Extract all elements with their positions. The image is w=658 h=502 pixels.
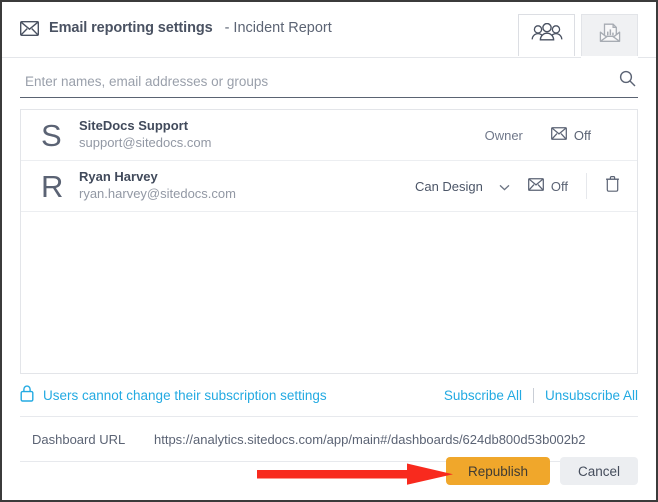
remove-recipient-button[interactable]	[601, 175, 623, 197]
subscription-note-text: Users cannot change their subscription s…	[43, 387, 327, 403]
search-underline	[20, 97, 638, 98]
subscription-lock-note[interactable]: Users cannot change their subscription s…	[20, 385, 327, 405]
page-subtitle: - Incident Report	[224, 20, 332, 36]
trash-icon	[605, 175, 620, 197]
recipient-search-row	[20, 58, 638, 98]
subscribe-all-link[interactable]: Subscribe All	[444, 388, 522, 403]
email-reporting-settings-dialog: Email reporting settings - Incident Repo…	[0, 0, 658, 502]
recipient-role-owner: Owner	[484, 127, 523, 143]
recipient-list: S SiteDocs Support support@sitedocs.com …	[20, 109, 638, 374]
recipient-email: support@sitedocs.com	[79, 134, 212, 150]
row-divider	[586, 173, 587, 199]
envelope-icon	[527, 178, 544, 194]
subscription-settings-bar: Users cannot change their subscription s…	[20, 374, 638, 417]
recipient-name: Ryan Harvey	[79, 169, 158, 185]
recipient-name: SiteDocs Support	[79, 118, 189, 134]
subscription-state: Off	[573, 127, 591, 143]
chevron-down-icon	[499, 179, 510, 194]
search-icon[interactable]	[619, 70, 636, 92]
tab-recipients[interactable]	[518, 14, 575, 56]
republish-button[interactable]: Republish	[446, 457, 550, 485]
action-separator	[532, 387, 534, 403]
tab-report[interactable]	[581, 14, 638, 56]
envelope-icon	[550, 127, 567, 143]
subscription-toggle[interactable]: Off	[550, 127, 591, 143]
avatar: R	[41, 168, 64, 204]
recipient-role-value: Can Design	[414, 178, 483, 194]
table-row: S SiteDocs Support support@sitedocs.com …	[21, 110, 637, 161]
dialog-header: Email reporting settings - Incident Repo…	[2, 2, 656, 58]
recipient-identity: SiteDocs Support support@sitedocs.com	[79, 118, 485, 151]
subscription-bulk-actions: Subscribe All Unsubscribe All	[444, 387, 638, 403]
envelope-report-icon	[597, 22, 623, 49]
cancel-button[interactable]: Cancel	[560, 457, 638, 485]
header-divider	[2, 57, 656, 58]
avatar: S	[41, 117, 62, 153]
table-row: R Ryan Harvey ryan.harvey@sitedocs.com C…	[21, 161, 637, 212]
lock-icon	[20, 385, 34, 405]
recipient-identity: Ryan Harvey ryan.harvey@sitedocs.com	[79, 169, 415, 202]
search-input[interactable]	[20, 70, 638, 98]
tab-bar	[518, 14, 638, 56]
page-title: Email reporting settings	[49, 20, 213, 36]
subscription-toggle[interactable]: Off	[527, 178, 568, 194]
dialog-footer: Republish Cancel	[2, 442, 656, 500]
recipient-role-dropdown[interactable]: Can Design	[415, 179, 510, 194]
unsubscribe-all-link[interactable]: Unsubscribe All	[545, 388, 638, 403]
dialog-title-group: Email reporting settings - Incident Repo…	[20, 20, 332, 36]
recipient-email: ryan.harvey@sitedocs.com	[79, 185, 236, 201]
mail-icon	[20, 20, 39, 36]
people-group-icon	[531, 22, 563, 48]
active-tab-connector	[581, 57, 638, 58]
subscription-state: Off	[550, 178, 568, 194]
